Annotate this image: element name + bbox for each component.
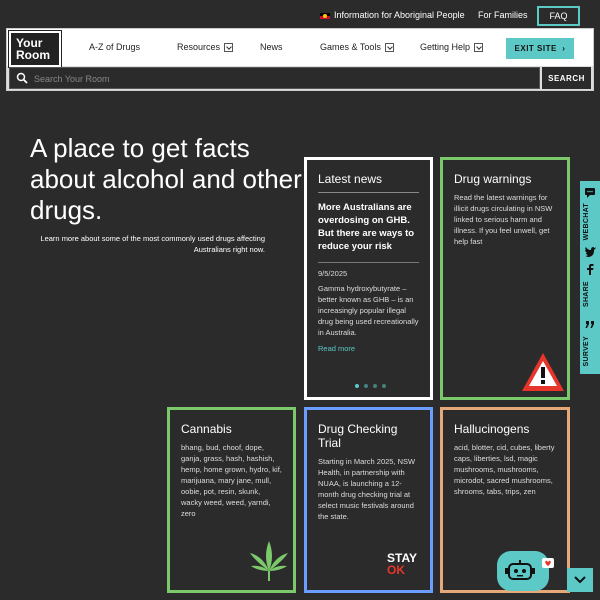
card-heading: Hallucinogens xyxy=(454,422,530,436)
nav-item-getting-help[interactable]: Getting Help xyxy=(420,42,484,52)
side-action-bar: WEBCHAT SHARE SURVEY xyxy=(580,181,600,374)
heart-chat-icon xyxy=(542,558,554,568)
search-icon xyxy=(16,72,28,84)
cannabis-leaf-icon xyxy=(250,541,288,581)
chevron-down-icon xyxy=(574,576,586,584)
card-heading: Drug Checking Trial xyxy=(318,422,398,450)
carousel-dot[interactable] xyxy=(364,384,368,388)
chevron-down-icon[interactable] xyxy=(474,42,484,52)
exit-site-button[interactable]: EXIT SITE › xyxy=(506,38,574,59)
survey-label[interactable]: SURVEY xyxy=(583,336,590,366)
card-heading: Cannabis xyxy=(181,422,232,436)
webchat-label[interactable]: WEBCHAT xyxy=(583,203,590,240)
chevron-down-icon[interactable] xyxy=(384,42,394,52)
card-body: Read the latest warnings for illicit dru… xyxy=(454,193,553,246)
chat-bubble-icon[interactable] xyxy=(584,187,596,199)
carousel-dots xyxy=(355,384,386,388)
divider xyxy=(318,192,419,193)
chatbot-button[interactable] xyxy=(497,551,554,591)
carousel-dot[interactable] xyxy=(382,384,386,388)
twitter-icon[interactable] xyxy=(584,246,596,258)
drug-checking-trial-card[interactable]: Drug Checking Trial Starting in March 20… xyxy=(304,407,433,593)
nav-item-az-drugs[interactable]: A-Z of Drugs xyxy=(89,42,140,52)
warning-triangle-icon xyxy=(522,353,564,391)
card-heading: Drug warnings xyxy=(454,172,532,186)
your-room-logo[interactable]: Your Room xyxy=(8,30,62,68)
nav-item-resources[interactable]: Resources xyxy=(177,42,234,52)
card-body: acid, blotter, cid, cubes, liberty caps,… xyxy=(454,443,555,496)
for-families-link[interactable]: For Families xyxy=(478,10,528,20)
news-headline[interactable]: More Australians are overdosing on GHB. … xyxy=(318,201,419,253)
drug-warnings-card[interactable]: Drug warnings Read the latest warnings f… xyxy=(440,157,570,400)
nav-item-games-tools[interactable]: Games & Tools xyxy=(320,42,394,52)
top-bar: Information for Aboriginal People For Fa… xyxy=(0,0,600,30)
search-bar xyxy=(9,67,540,89)
scroll-down-button[interactable] xyxy=(567,568,593,592)
search-button[interactable]: SEARCH xyxy=(542,67,591,89)
nav-bar: Your Room A-Z of Drugs Resources News Ga… xyxy=(7,29,593,68)
nav-item-news[interactable]: News xyxy=(260,42,283,52)
chevron-down-icon[interactable] xyxy=(224,42,234,52)
quote-icon[interactable] xyxy=(584,319,596,331)
robot-icon xyxy=(505,560,535,580)
cannabis-card[interactable]: Cannabis bhang, bud, choof, dope, ganja,… xyxy=(167,407,296,593)
card-body: Starting in March 2025, NSW Health, in p… xyxy=(318,457,416,521)
read-more-link[interactable]: Read more xyxy=(318,344,355,353)
news-date: 9/5/2025 xyxy=(318,262,419,278)
aboriginal-flag-icon xyxy=(320,12,330,19)
faq-button[interactable]: FAQ xyxy=(537,6,580,26)
facebook-icon[interactable] xyxy=(584,263,596,275)
search-input[interactable] xyxy=(34,71,524,86)
aboriginal-info-link[interactable]: Information for Aboriginal People xyxy=(320,10,465,20)
news-body: Gamma hydroxybutyrate – better known as … xyxy=(318,284,419,337)
carousel-dot[interactable] xyxy=(355,384,359,388)
card-body: bhang, bud, choof, dope, ganja, grass, h… xyxy=(181,443,282,518)
hero-subtitle: Learn more about some of the most common… xyxy=(40,234,265,254)
share-label[interactable]: SHARE xyxy=(583,281,590,307)
carousel-dot[interactable] xyxy=(373,384,377,388)
latest-news-card[interactable]: Latest news More Australians are overdos… xyxy=(304,157,433,400)
site-header: Your Room A-Z of Drugs Resources News Ga… xyxy=(6,28,594,91)
stay-ok-logo: STAY OK xyxy=(387,551,418,577)
card-heading: Latest news xyxy=(318,172,383,186)
hero-title: A place to get facts about alcohol and o… xyxy=(30,133,302,225)
chevron-right-icon: › xyxy=(562,44,566,53)
